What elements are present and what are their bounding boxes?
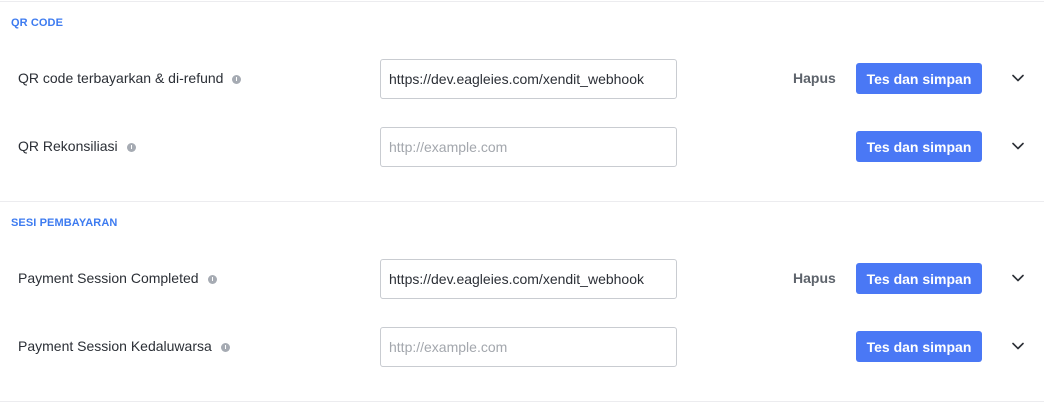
divider (0, 401, 1044, 402)
test-and-save-button[interactable]: Tes dan simpan (856, 131, 982, 162)
info-icon[interactable] (207, 275, 217, 284)
chevron-down-icon[interactable] (1011, 339, 1025, 353)
webhook-row-payment-session-completed: Payment Session Completed Hapus Tes dan … (0, 258, 1044, 300)
test-and-save-button[interactable]: Tes dan simpan (856, 263, 982, 294)
test-and-save-button[interactable]: Tes dan simpan (856, 331, 982, 362)
webhook-row-qr-reconciliation: QR Rekonsiliasi Tes dan simpan (0, 126, 1044, 168)
webhook-url-input[interactable] (380, 127, 677, 167)
row-label-text: QR code terbayarkan & di-refund (18, 70, 224, 86)
row-label: Payment Session Completed (18, 270, 217, 286)
info-icon[interactable] (232, 75, 242, 84)
webhook-row-payment-session-expired: Payment Session Kedaluwarsa Tes dan simp… (0, 326, 1044, 368)
test-and-save-button[interactable]: Tes dan simpan (856, 63, 982, 94)
divider (0, 201, 1044, 202)
delete-button[interactable]: Hapus (793, 270, 836, 286)
row-label-text: QR Rekonsiliasi (18, 138, 118, 154)
row-label: QR Rekonsiliasi (18, 138, 136, 154)
info-icon[interactable] (126, 143, 136, 152)
chevron-down-icon[interactable] (1011, 271, 1025, 285)
info-icon[interactable] (220, 343, 230, 352)
row-label: Payment Session Kedaluwarsa (18, 338, 230, 354)
section-title-payment-session: SESI PEMBAYARAN (11, 217, 118, 229)
webhook-url-input[interactable] (380, 327, 677, 367)
row-label-text: Payment Session Kedaluwarsa (18, 338, 212, 354)
chevron-down-icon[interactable] (1011, 139, 1025, 153)
section-title-qr-code: QR CODE (11, 17, 64, 29)
divider (0, 1, 1044, 2)
webhook-url-input[interactable] (380, 59, 677, 99)
webhook-row-qr-paid-refund: QR code terbayarkan & di-refund Hapus Te… (0, 58, 1044, 100)
chevron-down-icon[interactable] (1011, 71, 1025, 85)
row-label: QR code terbayarkan & di-refund (18, 70, 242, 86)
delete-button[interactable]: Hapus (793, 70, 836, 86)
webhook-settings-panel: QR CODE QR code terbayarkan & di-refund … (0, 0, 1044, 403)
row-label-text: Payment Session Completed (18, 270, 199, 286)
webhook-url-input[interactable] (380, 259, 677, 299)
